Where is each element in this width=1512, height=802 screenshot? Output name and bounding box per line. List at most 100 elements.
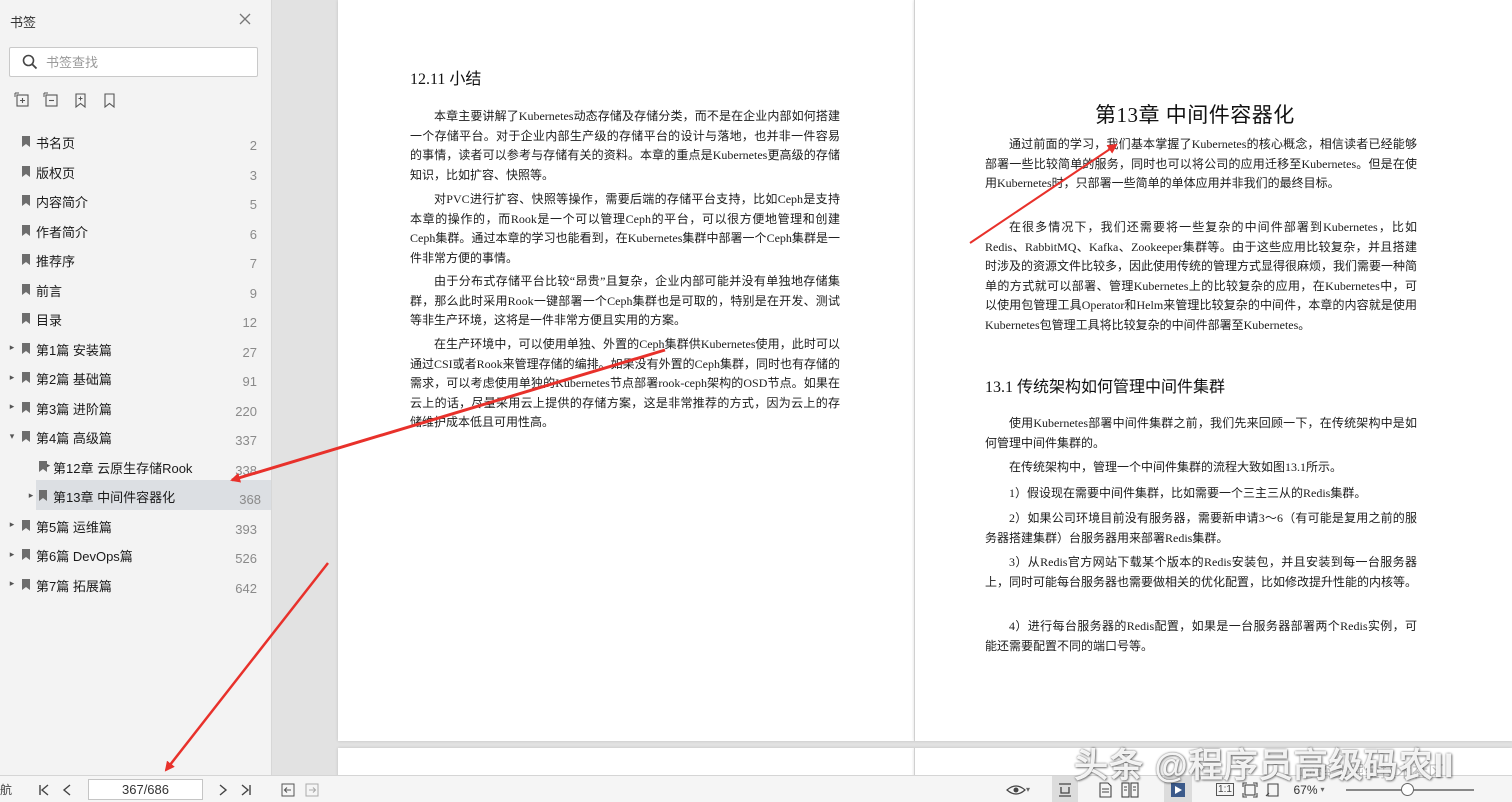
page-number-input[interactable]: [88, 779, 203, 800]
caret-down-icon[interactable]: ▾: [7, 431, 17, 441]
bookmark-item[interactable]: ▸ 第7篇 拓展篇 642: [0, 569, 271, 599]
back-arrow-icon: [281, 783, 295, 796]
bookmark-item[interactable]: 作者简介 6: [0, 215, 271, 245]
paragraph: 在生产环境中，可以使用单独、外置的Ceph集群供Kubernetes使用，此时可…: [410, 337, 841, 430]
bookmark-label: 第1篇 安装篇: [36, 342, 112, 358]
bookmark-label: 第3篇 进阶篇: [36, 401, 112, 417]
bookmark-page-number: 9: [249, 285, 257, 301]
collapse-all-icon[interactable]: [43, 92, 60, 109]
caret-right-icon[interactable]: ▸: [7, 401, 17, 412]
caret-right-icon[interactable]: ▸: [26, 490, 36, 500]
chevron-right-icon: [219, 783, 228, 796]
paragraph: 本章主要讲解了Kubernetes动态存储及存储分类，而不是在企业内部如何搭建一…: [410, 109, 840, 182]
bookmark-label: 作者简介: [36, 224, 89, 240]
search-icon: [22, 54, 38, 70]
bookmark-page-number: 3: [249, 167, 257, 183]
bookmark-item[interactable]: ▸ 第2篇 基础篇 91: [0, 362, 271, 392]
section-title-12-11: 12.11 小结: [410, 71, 482, 88]
paragraph: 在很多情况下，我们还需要将一些复杂的中间件部署到Kubernetes，比如Red…: [985, 220, 1418, 332]
go-back-button[interactable]: [280, 776, 296, 802]
chapter-title-13: 第13章 中间件容器化: [1095, 103, 1295, 127]
bookmark-search-box[interactable]: [9, 47, 258, 77]
bookmark-label: 第7篇 拓展篇: [36, 578, 112, 594]
bookmark-icon: [22, 401, 30, 413]
bookmark-item[interactable]: ▸ 第5篇 运维篇 393: [0, 510, 271, 540]
bookmark-item[interactable]: 前言 9: [0, 274, 271, 304]
go-forward-button[interactable]: [304, 776, 320, 802]
caret-right-icon[interactable]: ▸: [7, 578, 17, 589]
bookmark-icon: [39, 489, 47, 501]
pdf-page-right: 第13章 中间件容器化 通过前面的学习，我们基本掌握了Kubernetes的核心…: [914, 0, 1512, 741]
eye-protect-button[interactable]: ▾: [1004, 776, 1032, 802]
paragraph: 由于分布式存储平台比较“昂贵”且复杂，企业内部可能并没有单独地存储集群，那么此时…: [410, 274, 840, 328]
section-title-13-1: 13.1 传统架构如何管理中间件集群: [985, 379, 1226, 396]
bookmark-item[interactable]: ▸ 第3篇 进阶篇 220: [0, 392, 271, 422]
bookmark-icon: [22, 342, 30, 354]
bookmark-icon: [22, 283, 30, 295]
expand-all-icon[interactable]: [14, 92, 31, 109]
nav-label: 航: [0, 783, 13, 797]
bookmark-label: 内容简介: [36, 195, 89, 210]
last-page-button[interactable]: [238, 776, 254, 802]
bookmark-item[interactable]: 目录 12: [0, 303, 271, 333]
bookmark-item[interactable]: ▾ 第4篇 高级篇 337: [0, 421, 271, 451]
bookmark-item[interactable]: ▸ 第6篇 DevOps篇 526: [0, 539, 271, 569]
bookmark-icon: [22, 312, 30, 324]
bookmark-item[interactable]: 版权页 3: [0, 156, 271, 186]
bookmark-item[interactable]: ▸ 第12章 云原生存储Rook 338: [0, 451, 271, 481]
bookmark-icon: [39, 460, 47, 472]
bookmark-label: 第13章 中间件容器化: [53, 490, 176, 505]
bookmark-page-number: 526: [235, 551, 257, 566]
bookmark-label: 目录: [36, 313, 63, 328]
bookmark-label: 书名页: [36, 136, 76, 151]
bookmark-page-number: 2: [249, 138, 257, 153]
paragraph: 4）进行每台服务器的Redis配置，如果是一台服务器部署两个Redis实例，可能…: [985, 619, 1417, 653]
bookmark-icon[interactable]: [101, 92, 118, 109]
add-bookmark-icon[interactable]: [72, 92, 89, 109]
paragraph: 通过前面的学习，我们基本掌握了Kubernetes的核心概念，相信读者已经能够部…: [985, 137, 1417, 191]
previous-page-button[interactable]: [60, 776, 74, 802]
bookmark-icon: [22, 548, 30, 560]
first-page-icon: [39, 783, 49, 796]
bookmark-item[interactable]: ▸ 第1篇 安装篇 27: [0, 333, 271, 363]
paragraph: 1）假设现在需要中间件集群，比如需要一个三主三从的Redis集群。: [1009, 486, 1367, 500]
caret-right-icon[interactable]: ▸: [7, 519, 17, 530]
bookmark-item[interactable]: 书名页 2: [0, 126, 271, 156]
bookmark-page-number: 337: [235, 433, 257, 448]
bookmark-icon: [22, 194, 30, 206]
caret-right-icon[interactable]: ▸: [7, 342, 17, 353]
bookmark-page-number: 338: [235, 462, 257, 478]
bookmark-label: 推荐序: [36, 254, 76, 269]
caret-right-icon[interactable]: ▸: [7, 372, 17, 382]
bookmark-page-number: 6: [249, 226, 257, 242]
document-view[interactable]: 12.11 小结 本章主要讲解了Kubernetes动态存储及存储分类，而不是在…: [272, 0, 1512, 775]
bookmark-item[interactable]: 推荐序 7: [0, 244, 271, 274]
bookmark-toolbar: [14, 92, 118, 109]
first-page-button[interactable]: [36, 776, 52, 802]
last-page-icon: [241, 783, 251, 796]
sidebar-title: 书签: [10, 15, 37, 30]
bookmark-page-number: 220: [235, 403, 257, 419]
bookmark-item[interactable]: ▸ 第13章 中间件容器化 368: [29, 480, 271, 510]
bookmark-item[interactable]: 内容简介 5: [0, 185, 271, 215]
bookmark-icon: [22, 253, 30, 265]
bookmark-label: 第4篇 高级篇: [36, 431, 112, 446]
watermark-author: 头条 @程序员高级码农II: [1074, 747, 1455, 785]
bookmark-page-number: 7: [249, 256, 257, 271]
bookmark-page-number: 12: [242, 315, 257, 330]
bookmark-search-input[interactable]: [46, 54, 236, 70]
paragraph: 使用Kubernetes部署中间件集群之前，我们先来回顾一下，在传统架构中是如何…: [985, 416, 1417, 450]
caret-right-icon[interactable]: ▸: [7, 549, 17, 559]
bookmark-icon: [22, 519, 30, 531]
bookmark-icon: [22, 224, 30, 236]
close-icon[interactable]: [236, 12, 254, 30]
bookmark-icon: [22, 165, 30, 177]
next-page-button[interactable]: [216, 776, 230, 802]
bookmark-page-number: 27: [242, 344, 257, 360]
single-page-icon: [1059, 782, 1071, 797]
forward-arrow-icon: [305, 783, 319, 796]
bookmark-sidebar: 书签 书名页 2 版权页 3 内容简介 5 作者简介 6 推荐序 7 前言 9 目录 12 ▸ 第1篇 安装篇…: [0, 0, 272, 775]
bookmark-label: 第5篇 运维篇: [36, 519, 112, 535]
bookmark-label: 版权页: [36, 165, 76, 181]
bookmark-icon: [22, 371, 30, 383]
